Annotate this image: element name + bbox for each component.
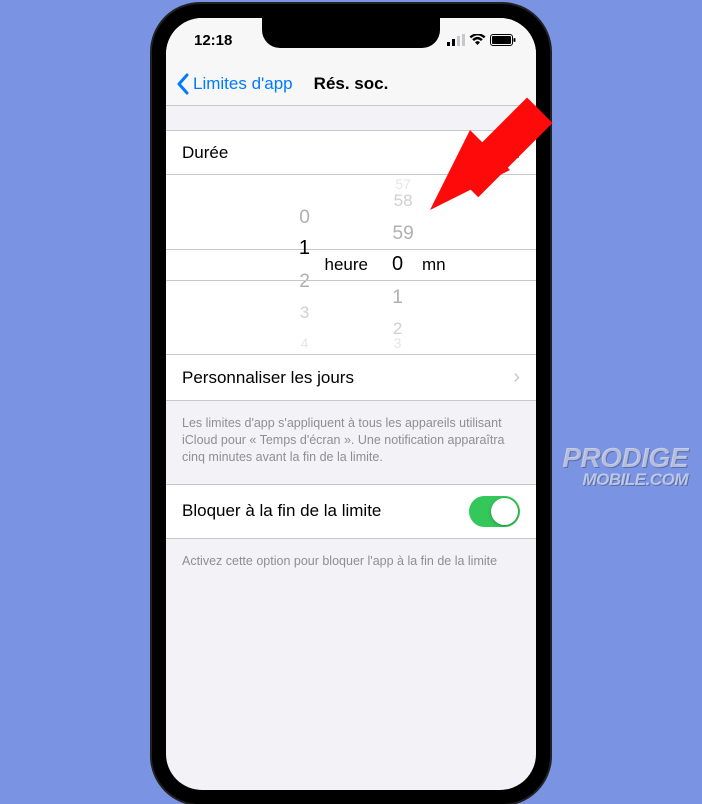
block-toggle-cell[interactable]: Bloquer à la fin de la limite	[166, 485, 536, 538]
watermark-line2: MOBILE.COM	[562, 472, 688, 488]
duration-footer-note: Les limites d'app s'appliquent à tous le…	[166, 409, 536, 484]
content[interactable]: Durée 1 h 0 1 2 3 4 heure 57 58	[166, 106, 536, 790]
picker-minute-option: 59	[392, 217, 413, 248]
status-indicators	[447, 34, 516, 46]
block-footer-note: Activez cette option pour bloquer l'app …	[166, 547, 536, 588]
customize-days-label: Personnaliser les jours	[182, 368, 354, 388]
picker-minute-option: 1	[392, 281, 403, 312]
back-label: Limites d'app	[193, 74, 293, 94]
duration-group: Durée 1 h 0 1 2 3 4 heure 57 58	[166, 130, 536, 401]
chevron-left-icon	[176, 73, 189, 95]
picker-hour-option: 0	[299, 201, 310, 232]
picker-hour-option: 4	[301, 333, 309, 355]
watermark: PRODIGE MOBILE.COM	[562, 445, 688, 488]
picker-hour-option: 3	[300, 299, 309, 326]
minutes-column[interactable]: 57 58 59 0 1 2 3 mn	[380, 175, 536, 354]
chevron-right-icon: ›	[513, 366, 520, 389]
phone-screen: 12:18 Limites d'app Rés. soc. Durée 1 h	[166, 18, 536, 790]
picker-minute-option: 3	[394, 333, 402, 355]
block-toggle[interactable]	[469, 496, 520, 527]
status-time: 12:18	[194, 32, 232, 49]
picker-minute-option: 58	[394, 187, 413, 214]
cellular-icon	[447, 34, 465, 46]
block-label: Bloquer à la fin de la limite	[182, 501, 381, 521]
time-picker[interactable]: 0 1 2 3 4 heure 57 58 59 0 1 2 3	[166, 175, 536, 355]
picker-hour-selected: 1	[299, 233, 310, 265]
picker-hour-option: 2	[299, 265, 310, 296]
duration-cell[interactable]: Durée 1 h	[166, 131, 536, 175]
duration-value: 1 h	[496, 143, 520, 163]
nav-bar: Limites d'app Rés. soc.	[166, 62, 536, 106]
wifi-icon	[469, 34, 486, 46]
notch	[262, 18, 440, 48]
customize-days-cell[interactable]: Personnaliser les jours ›	[166, 355, 536, 400]
hours-unit: heure	[325, 255, 368, 275]
page-title: Rés. soc.	[314, 74, 389, 94]
phone-frame: 12:18 Limites d'app Rés. soc. Durée 1 h	[152, 4, 550, 804]
battery-icon	[490, 34, 516, 46]
hours-column[interactable]: 0 1 2 3 4 heure	[166, 175, 380, 354]
back-button[interactable]: Limites d'app	[176, 73, 293, 95]
duration-label: Durée	[182, 143, 228, 163]
minutes-unit: mn	[422, 255, 446, 275]
picker-minute-selected: 0	[392, 249, 403, 281]
watermark-line1: PRODIGE	[562, 445, 688, 472]
block-group: Bloquer à la fin de la limite	[166, 484, 536, 539]
